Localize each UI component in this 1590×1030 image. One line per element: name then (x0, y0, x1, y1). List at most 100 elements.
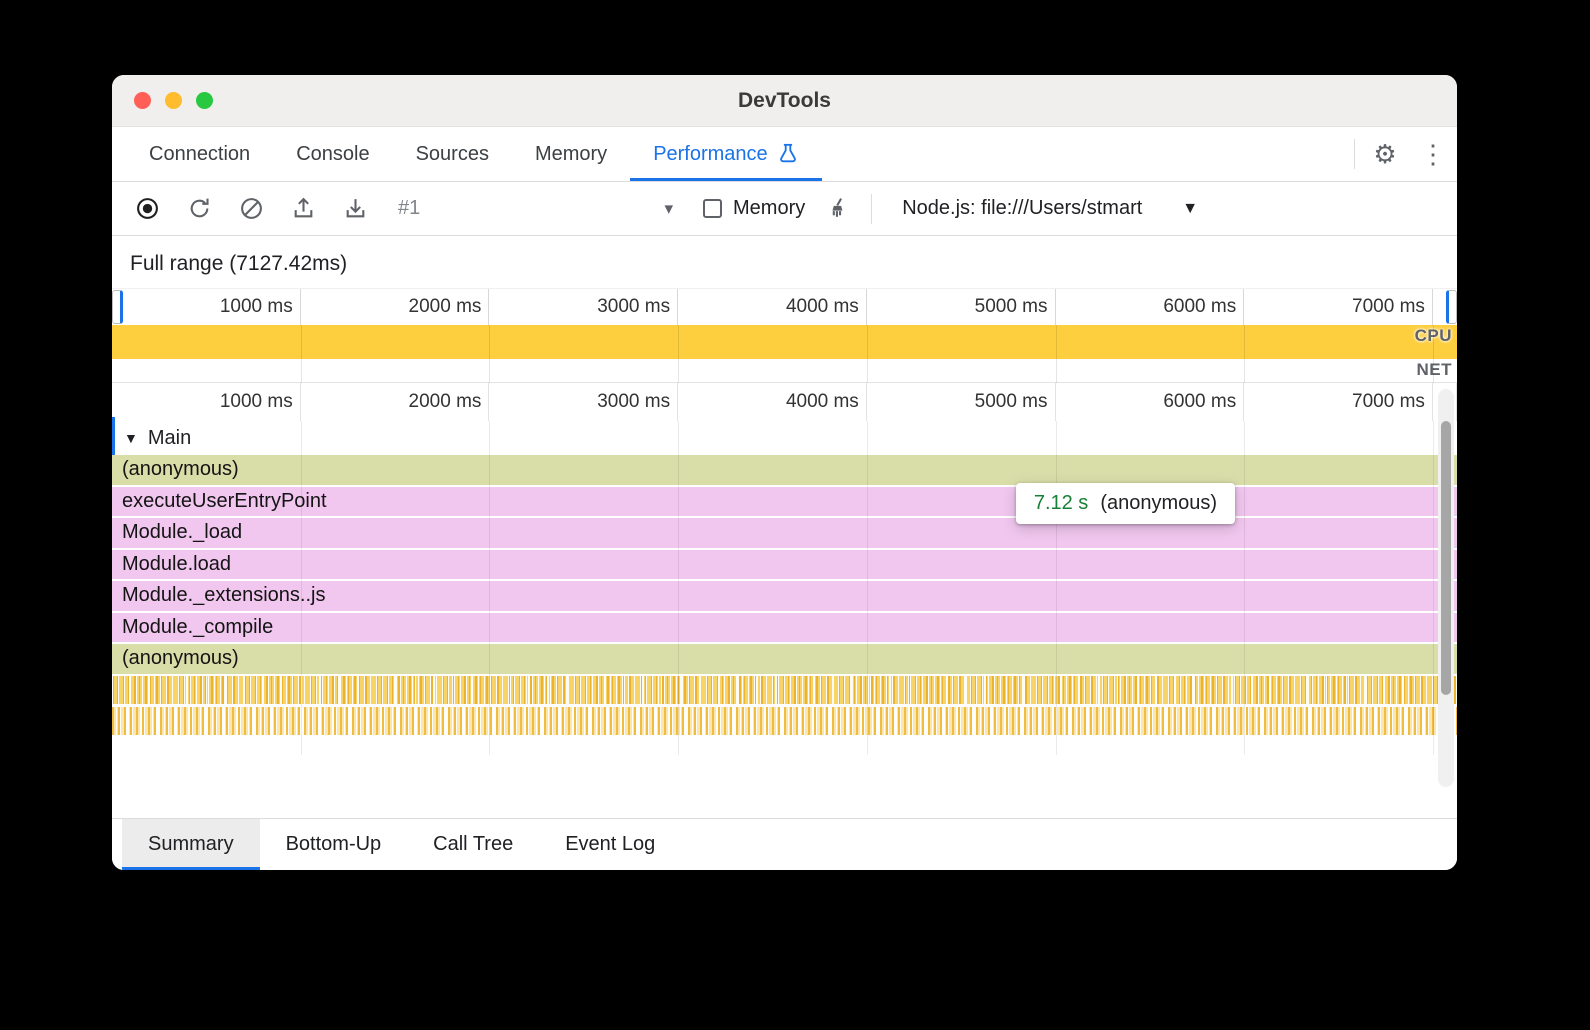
flame-entry-label: (anonymous) (122, 647, 239, 670)
tab-call-tree-label: Call Tree (433, 833, 513, 856)
main-track-header[interactable]: ▼ Main (112, 421, 1457, 455)
tooltip-label: (anonymous) (1100, 492, 1217, 515)
chevron-down-icon: ▾ (664, 199, 673, 219)
flame-entry-label: Module.load (122, 553, 231, 576)
ruler-tick: 3000 ms (489, 383, 678, 421)
garbage-broom-icon (826, 196, 851, 221)
record-button[interactable] (128, 190, 166, 228)
cpu-activity-track[interactable]: CPU (112, 325, 1457, 359)
upload-icon (291, 196, 316, 221)
flame-entry-label: Module._extensions..js (122, 584, 325, 607)
ruler-tick: 1000 ms (112, 289, 301, 325)
minimize-window-button[interactable] (165, 92, 182, 109)
reload-and-record-button[interactable] (180, 190, 218, 228)
ruler-tick: 4000 ms (678, 289, 867, 325)
tab-sources-label: Sources (416, 143, 489, 166)
performance-panel: Full range (7127.42ms) 1000 ms 2000 ms 3… (112, 236, 1457, 818)
save-profile-button[interactable] (336, 190, 374, 228)
flame-entry-anonymous-top[interactable]: (anonymous) (112, 455, 1457, 487)
flame-micro-entries-band-1[interactable] (112, 676, 1457, 707)
network-track[interactable]: NET (112, 359, 1457, 383)
kebab-menu-icon[interactable]: ⋮ (1409, 127, 1457, 181)
ruler-tick: 7000 ms (1244, 383, 1433, 421)
tab-performance-label: Performance (653, 143, 768, 166)
flamechart-ruler: 1000 ms 2000 ms 3000 ms 4000 ms 5000 ms … (112, 383, 1457, 421)
traffic-lights (134, 75, 213, 126)
flame-entry-module-load-underscore[interactable]: Module._load (112, 518, 1457, 550)
flame-entry-label: (anonymous) (122, 458, 239, 481)
clear-button[interactable] (232, 190, 270, 228)
memory-checkbox-label: Memory (733, 197, 805, 220)
tab-bottom-up-label: Bottom-Up (286, 833, 382, 856)
collapse-triangle-icon: ▼ (124, 430, 138, 446)
tab-event-log[interactable]: Event Log (539, 819, 681, 870)
flame-entry-module-compile[interactable]: Module._compile (112, 613, 1457, 645)
target-caret-icon: ▼ (1182, 200, 1198, 218)
full-range-label: Full range (7127.42ms) (112, 236, 1457, 288)
tabbar-spacer (822, 127, 1348, 181)
desktop-background: DevTools Connection Console Sources Memo… (0, 0, 1590, 1030)
session-select[interactable]: #1 ▾ (388, 191, 683, 227)
tabbar-divider (1354, 139, 1355, 169)
window-title: DevTools (738, 89, 831, 113)
ruler-tick: 3000 ms (489, 289, 678, 325)
toolbar-divider (871, 194, 872, 224)
tab-memory-label: Memory (535, 143, 607, 166)
flame-micro-entries-band-2[interactable] (112, 707, 1457, 738)
clear-icon (239, 196, 264, 221)
tab-summary[interactable]: Summary (122, 819, 260, 870)
main-track-label: Main (148, 427, 191, 450)
tab-console-label: Console (296, 143, 369, 166)
tab-connection[interactable]: Connection (126, 127, 273, 181)
range-handle-left[interactable] (112, 290, 123, 324)
cpu-track-label: CPU (1415, 326, 1452, 346)
ruler-tick: 6000 ms (1056, 289, 1245, 325)
ruler-tick: 6000 ms (1056, 383, 1245, 421)
tab-summary-label: Summary (148, 833, 234, 856)
scrollbar-track[interactable] (1438, 389, 1454, 787)
main-tab-bar: Connection Console Sources Memory Perfor… (112, 127, 1457, 182)
scrollbar-thumb[interactable] (1441, 421, 1451, 695)
target-select[interactable]: Node.js: file:///Users/stmart ▼ (902, 197, 1198, 220)
range-handle-right[interactable] (1446, 290, 1457, 324)
ruler-tick: 5000 ms (867, 289, 1056, 325)
flame-entry-module-extensions-js[interactable]: Module._extensions..js (112, 581, 1457, 613)
tab-console[interactable]: Console (273, 127, 392, 181)
memory-checkbox[interactable] (703, 199, 722, 218)
flame-chart: 1000 ms 2000 ms 3000 ms 4000 ms 5000 ms … (112, 383, 1457, 818)
tab-performance[interactable]: Performance (630, 127, 822, 181)
close-window-button[interactable] (134, 92, 151, 109)
flame-entry-label: Module._load (122, 521, 242, 544)
tab-memory[interactable]: Memory (512, 127, 630, 181)
ruler-tick: 2000 ms (301, 383, 490, 421)
experiment-flask-icon (777, 143, 799, 165)
window-titlebar: DevTools (112, 75, 1457, 127)
target-select-value: Node.js: file:///Users/stmart (902, 197, 1142, 220)
flame-entry-label: Module._compile (122, 616, 273, 639)
flame-entry-tooltip: 7.12 s (anonymous) (1016, 483, 1235, 524)
session-select-value: #1 (398, 197, 420, 220)
collect-garbage-button[interactable] (819, 190, 857, 228)
tab-sources[interactable]: Sources (393, 127, 512, 181)
record-icon (135, 196, 160, 221)
ruler-tick: 4000 ms (678, 383, 867, 421)
flame-entry-anonymous-bottom[interactable]: (anonymous) (112, 644, 1457, 676)
tooltip-duration: 7.12 s (1034, 492, 1088, 515)
settings-gear-icon[interactable]: ⚙ (1361, 127, 1409, 181)
reload-icon (187, 196, 212, 221)
flame-entry-label: executeUserEntryPoint (122, 490, 327, 513)
track-selection-bar (112, 417, 115, 455)
timeline-overview[interactable]: 1000 ms 2000 ms 3000 ms 4000 ms 5000 ms … (112, 288, 1457, 383)
zoom-window-button[interactable] (196, 92, 213, 109)
detail-tab-bar: Summary Bottom-Up Call Tree Event Log (112, 818, 1457, 870)
ruler-tick: 2000 ms (301, 289, 490, 325)
performance-toolbar: #1 ▾ Memory Node.js: file:///Users/stmar… (112, 182, 1457, 236)
memory-checkbox-group: Memory (703, 197, 805, 220)
tab-call-tree[interactable]: Call Tree (407, 819, 539, 870)
flame-entry-module-load[interactable]: Module.load (112, 550, 1457, 582)
ruler-tick: 1000 ms (112, 383, 301, 421)
flame-entry-executeUserEntryPoint[interactable]: executeUserEntryPoint (112, 487, 1457, 519)
tab-bottom-up[interactable]: Bottom-Up (260, 819, 408, 870)
load-profile-button[interactable] (284, 190, 322, 228)
net-track-label: NET (1417, 360, 1453, 380)
